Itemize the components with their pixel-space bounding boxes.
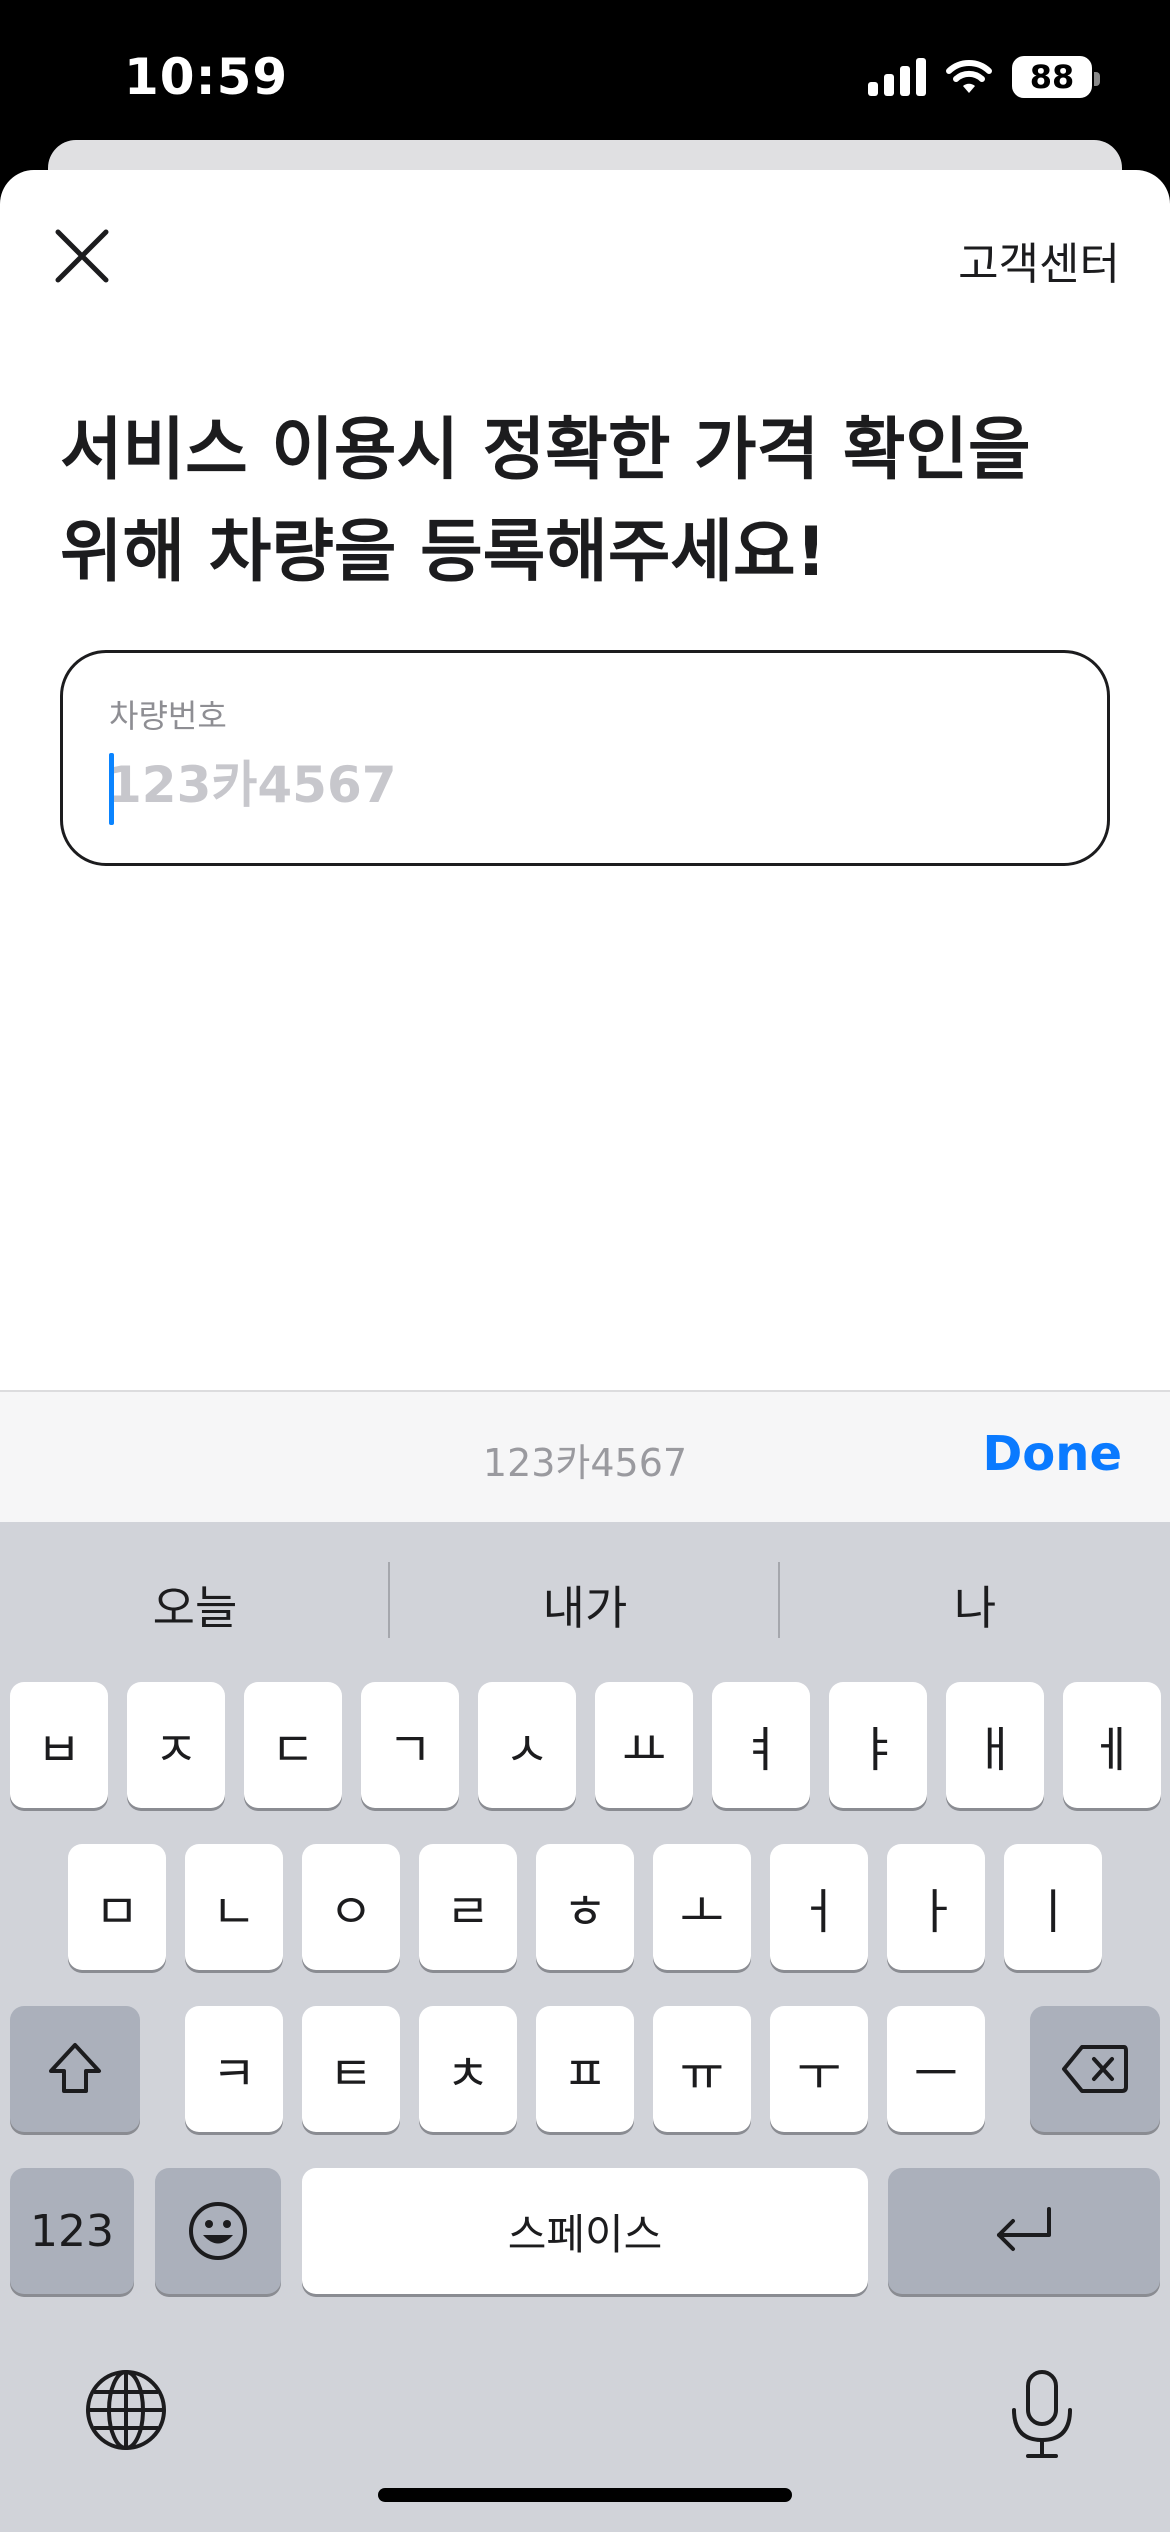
key[interactable]: ㅓ	[770, 1844, 868, 1970]
key[interactable]: ㅑ	[829, 1682, 927, 1808]
keyboard-accessory-bar: 123카4567 Done	[0, 1390, 1170, 1522]
microphone-icon	[1012, 2370, 1072, 2458]
done-button[interactable]: Done	[982, 1426, 1122, 1482]
close-icon	[55, 229, 109, 283]
backspace-key[interactable]	[1030, 2006, 1160, 2132]
page-title: 서비스 이용시 정확한 가격 확인을 위해 차량을 등록해주세요!	[60, 400, 1120, 604]
license-plate-field[interactable]: 차량번호	[60, 650, 1110, 866]
key[interactable]: ㅅ	[478, 1682, 576, 1808]
key[interactable]: ㅗ	[653, 1844, 751, 1970]
key[interactable]: ㄱ	[361, 1682, 459, 1808]
key[interactable]: ㅡ	[887, 2006, 985, 2132]
status-time: 10:59	[124, 48, 289, 106]
key[interactable]: ㄹ	[419, 1844, 517, 1970]
key[interactable]: ㄷ	[244, 1682, 342, 1808]
key[interactable]: ㅔ	[1063, 1682, 1161, 1808]
suggestion-1[interactable]: 오늘	[0, 1572, 390, 1638]
key[interactable]: ㅌ	[302, 2006, 400, 2132]
globe-icon	[86, 2370, 166, 2450]
emoji-key[interactable]	[155, 2168, 281, 2294]
status-icons: 88	[868, 52, 1100, 102]
key[interactable]: ㅕ	[712, 1682, 810, 1808]
key[interactable]: ㅇ	[302, 1844, 400, 1970]
customer-center-link[interactable]: 고객센터	[958, 228, 1120, 292]
key[interactable]: ㅏ	[887, 1844, 985, 1970]
return-key[interactable]	[888, 2168, 1160, 2294]
key[interactable]: ㅐ	[946, 1682, 1044, 1808]
cellular-signal-icon	[868, 58, 926, 96]
title-line-2: 위해 차량을 등록해주세요!	[60, 513, 827, 592]
key[interactable]: ㅣ	[1004, 1844, 1102, 1970]
numbers-key[interactable]: 123	[10, 2168, 134, 2294]
close-button[interactable]	[50, 224, 114, 288]
key[interactable]: ㅋ	[185, 2006, 283, 2132]
emoji-icon	[189, 2202, 247, 2260]
globe-button[interactable]	[82, 2366, 170, 2454]
battery-icon: 88	[1012, 56, 1100, 98]
license-plate-input[interactable]	[107, 749, 1007, 821]
wifi-icon	[946, 60, 992, 93]
battery-level: 88	[1029, 58, 1075, 96]
key[interactable]: ㅂ	[10, 1682, 108, 1808]
suggestion-3[interactable]: 나	[780, 1572, 1170, 1638]
korean-keyboard: 오늘 내가 나 ㅂ ㅈ ㄷ ㄱ ㅅ ㅛ ㅕ ㅑ ㅐ ㅔ ㅁ ㄴ ㅇ ㄹ ㅎ ㅗ …	[0, 1522, 1170, 2532]
register-vehicle-sheet: 고객센터 서비스 이용시 정확한 가격 확인을 위해 차량을 등록해주세요! 차…	[0, 170, 1170, 1390]
shift-icon	[49, 2043, 101, 2093]
title-line-1: 서비스 이용시 정확한 가격 확인을	[60, 411, 1031, 490]
dictation-button[interactable]	[1004, 2366, 1080, 2462]
key[interactable]: ㅊ	[419, 2006, 517, 2132]
license-plate-label: 차량번호	[109, 697, 227, 735]
status-bar: 10:59 88	[0, 0, 1170, 140]
key[interactable]: ㅜ	[770, 2006, 868, 2132]
key[interactable]: ㅁ	[68, 1844, 166, 1970]
suggestion-bar: 오늘 내가 나	[0, 1522, 1170, 1672]
shift-key[interactable]	[10, 2006, 140, 2132]
key[interactable]: ㅈ	[127, 1682, 225, 1808]
backspace-icon	[1062, 2045, 1128, 2093]
key[interactable]: ㅍ	[536, 2006, 634, 2132]
key[interactable]: ㅠ	[653, 2006, 751, 2132]
suggestion-2[interactable]: 내가	[390, 1572, 780, 1638]
return-icon	[997, 2207, 1051, 2251]
key[interactable]: ㄴ	[185, 1844, 283, 1970]
key[interactable]: ㅛ	[595, 1682, 693, 1808]
key[interactable]: ㅎ	[536, 1844, 634, 1970]
space-key[interactable]: 스페이스	[302, 2168, 868, 2294]
home-indicator	[378, 2488, 792, 2502]
text-cursor	[109, 753, 114, 825]
